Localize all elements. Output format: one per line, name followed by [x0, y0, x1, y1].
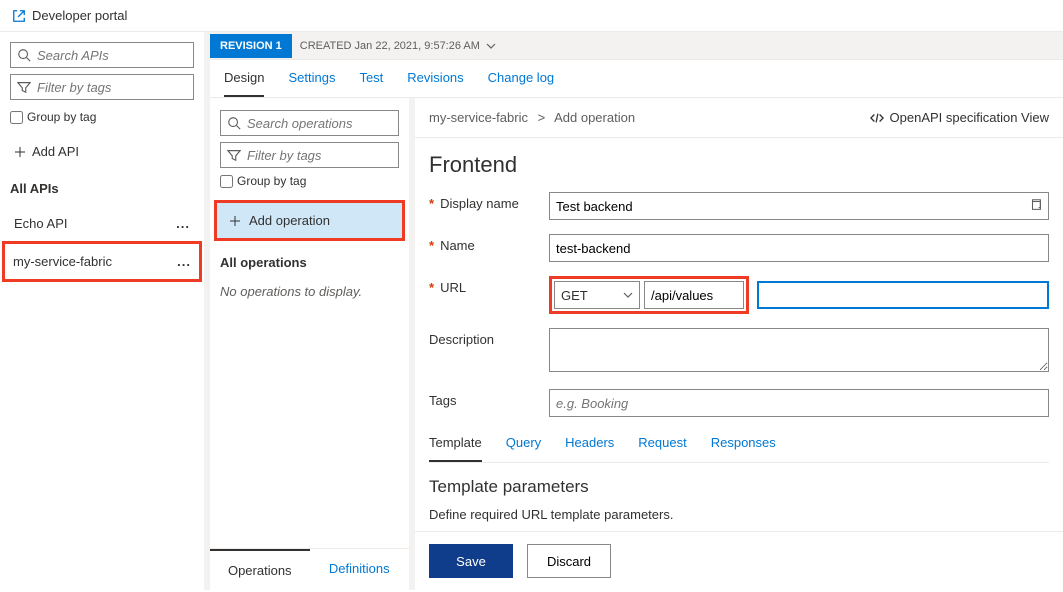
- tags-input[interactable]: [549, 389, 1049, 417]
- breadcrumb: my-service-fabric > Add operation: [429, 110, 635, 125]
- tab-definitions[interactable]: Definitions: [310, 549, 410, 590]
- template-params-desc: Define required URL template parameters.: [429, 507, 1049, 522]
- group-ops-checkbox[interactable]: [220, 175, 233, 188]
- discard-button[interactable]: Discard: [527, 544, 611, 578]
- subtab-template[interactable]: Template: [429, 435, 482, 462]
- frontend-sub-tabs: Template Query Headers Request Responses: [429, 435, 1049, 463]
- subtab-responses[interactable]: Responses: [711, 435, 776, 462]
- name-input[interactable]: [549, 234, 1049, 262]
- code-icon: [870, 111, 884, 125]
- chevron-down-icon: [623, 290, 633, 300]
- method-value: GET: [561, 288, 588, 303]
- openapi-view-link[interactable]: OpenAPI specification View: [870, 110, 1049, 125]
- revision-badge: REVISION 1: [210, 34, 292, 58]
- filter-icon: [17, 80, 31, 94]
- add-operation-label: Add operation: [249, 213, 330, 228]
- developer-portal-label: Developer portal: [32, 8, 127, 23]
- required-marker: *: [429, 280, 434, 295]
- operations-panel: Group by tag Add operation All operation…: [210, 98, 415, 590]
- chevron-down-icon: [486, 41, 496, 51]
- template-params-title: Template parameters: [429, 477, 1049, 497]
- plus-icon: [14, 146, 26, 158]
- all-apis-header: All APIs: [10, 181, 194, 196]
- tab-changelog[interactable]: Change log: [488, 70, 555, 97]
- no-operations-text: No operations to display.: [220, 284, 399, 299]
- action-bar: Save Discard: [415, 531, 1063, 590]
- tab-revisions[interactable]: Revisions: [407, 70, 463, 97]
- subtab-headers[interactable]: Headers: [565, 435, 614, 462]
- add-operation-button[interactable]: Add operation: [214, 200, 405, 241]
- developer-portal-link[interactable]: Developer portal: [0, 0, 1063, 32]
- all-operations-header: All operations: [220, 255, 399, 270]
- main-tabs: Design Settings Test Revisions Change lo…: [210, 60, 1063, 98]
- filter-tags-input[interactable]: [37, 80, 187, 95]
- filter-icon: [227, 148, 241, 162]
- label-description: Description: [429, 332, 494, 347]
- form-title: Frontend: [429, 152, 1049, 178]
- api-item-echo[interactable]: Echo API ...: [10, 206, 194, 241]
- group-by-tag-label: Group by tag: [27, 110, 96, 124]
- revision-bar: REVISION 1 CREATED Jan 22, 2021, 9:57:26…: [210, 32, 1063, 60]
- tab-design[interactable]: Design: [224, 70, 264, 97]
- breadcrumb-current: Add operation: [554, 110, 635, 125]
- external-link-icon: [12, 9, 26, 23]
- editor-panel: my-service-fabric > Add operation OpenAP…: [415, 98, 1063, 590]
- tab-settings[interactable]: Settings: [288, 70, 335, 97]
- url-path-input-red[interactable]: [644, 281, 744, 309]
- group-by-tag[interactable]: Group by tag: [10, 110, 194, 124]
- search-apis-input[interactable]: [37, 48, 187, 63]
- subtab-request[interactable]: Request: [638, 435, 686, 462]
- group-by-tag-checkbox[interactable]: [10, 111, 23, 124]
- add-api-label: Add API: [32, 144, 79, 159]
- openapi-label: OpenAPI specification View: [890, 110, 1049, 125]
- more-icon[interactable]: ...: [177, 254, 191, 269]
- required-marker: *: [429, 238, 434, 253]
- more-icon[interactable]: ...: [176, 216, 190, 231]
- url-path-input[interactable]: [757, 281, 1049, 309]
- method-select[interactable]: GET: [554, 281, 640, 309]
- group-ops-by-tag[interactable]: Group by tag: [220, 174, 399, 188]
- group-ops-label: Group by tag: [237, 174, 306, 188]
- tab-operations[interactable]: Operations: [210, 549, 310, 590]
- description-input[interactable]: [549, 328, 1049, 372]
- label-url: URL: [440, 280, 466, 295]
- revision-created[interactable]: CREATED Jan 22, 2021, 9:57:26 AM: [292, 40, 504, 52]
- api-item-label: Echo API: [14, 216, 67, 231]
- display-name-input[interactable]: [549, 192, 1049, 220]
- search-operations-input[interactable]: [247, 116, 392, 131]
- search-apis[interactable]: [10, 42, 194, 68]
- breadcrumb-api[interactable]: my-service-fabric: [429, 110, 528, 125]
- search-icon: [17, 48, 31, 62]
- subtab-query[interactable]: Query: [506, 435, 541, 462]
- required-marker: *: [429, 196, 434, 211]
- plus-icon: [229, 215, 241, 227]
- search-operations[interactable]: [220, 110, 399, 136]
- api-item-my-service-fabric[interactable]: my-service-fabric ...: [2, 241, 202, 282]
- filter-ops-tags-input[interactable]: [247, 148, 392, 163]
- filter-tags[interactable]: [10, 74, 194, 100]
- search-icon: [227, 116, 241, 130]
- add-api-button[interactable]: Add API: [10, 136, 194, 167]
- operations-bottom-tabs: Operations Definitions: [210, 548, 409, 590]
- label-name: Name: [440, 238, 475, 253]
- api-list-panel: Group by tag Add API All APIs Echo API .…: [0, 32, 210, 590]
- save-button[interactable]: Save: [429, 544, 513, 578]
- tab-test[interactable]: Test: [359, 70, 383, 97]
- label-tags: Tags: [429, 393, 456, 408]
- api-item-label: my-service-fabric: [13, 254, 112, 269]
- filter-operations-tags[interactable]: [220, 142, 399, 168]
- label-display-name: Display name: [440, 196, 519, 211]
- copy-icon[interactable]: [1029, 198, 1043, 212]
